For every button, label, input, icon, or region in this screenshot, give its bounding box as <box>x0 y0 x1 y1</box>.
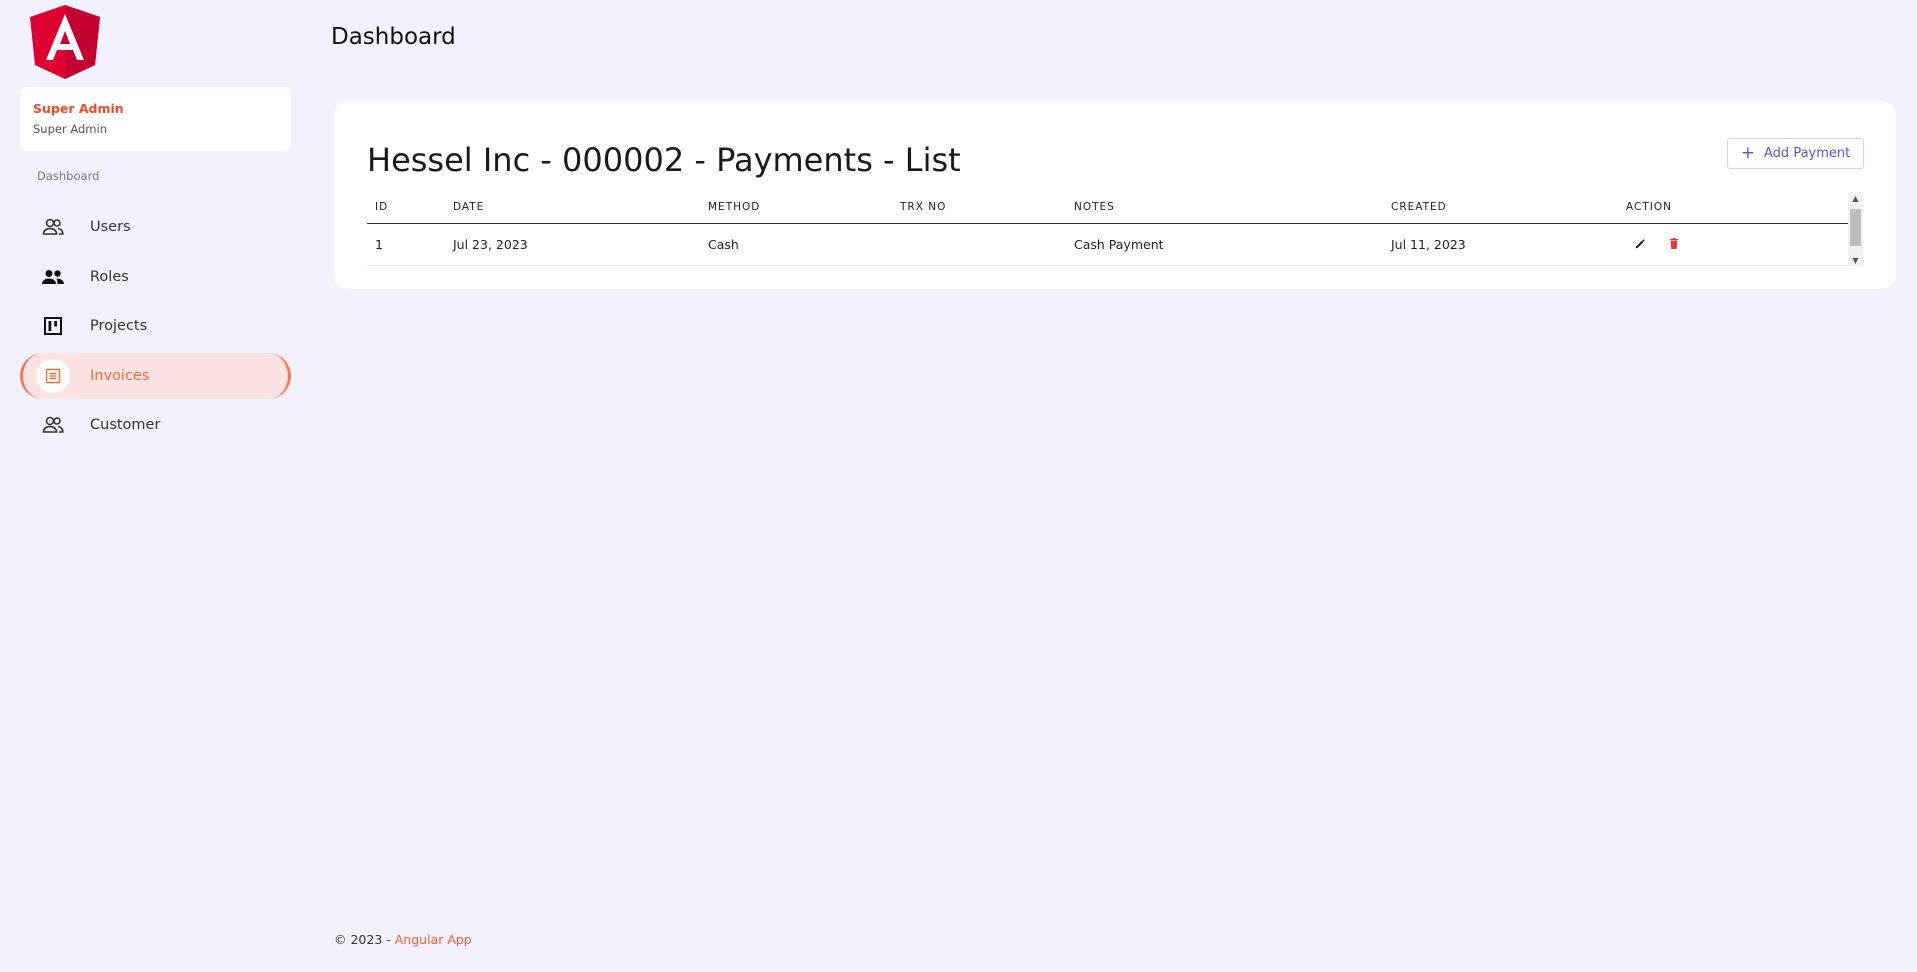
user-card: Super Admin Super Admin <box>20 87 291 151</box>
footer: © 2023 - Angular App <box>334 932 472 947</box>
users-icon <box>36 210 70 244</box>
cell-created: Jul 11, 2023 <box>1383 223 1618 266</box>
column-header-action: ACTION <box>1618 192 1848 224</box>
cell-date: Jul 23, 2023 <box>445 223 700 266</box>
sidebar-item-users[interactable]: Users <box>20 204 291 250</box>
sidebar-item-customer[interactable]: Customer <box>20 402 291 448</box>
table-row: 1 Jul 23, 2023 Cash Cash Payment Jul 11,… <box>367 223 1848 266</box>
column-header-trx-no[interactable]: TRX NO <box>892 192 1066 224</box>
sidebar-item-label: Invoices <box>90 367 150 384</box>
column-header-created[interactable]: CREATED <box>1383 192 1618 224</box>
card-title: Hessel Inc - 000002 - Payments - List <box>367 141 961 179</box>
column-header-id[interactable]: ID <box>367 192 445 224</box>
roles-icon <box>36 260 70 294</box>
cell-method: Cash <box>700 223 892 266</box>
cell-action <box>1618 223 1848 266</box>
angular-logo[interactable] <box>30 5 100 79</box>
payments-card: Hessel Inc - 000002 - Payments - List + … <box>334 101 1896 289</box>
sidebar-item-label: Customer <box>90 417 161 433</box>
payments-table-container: ID DATE METHOD TRX NO NOTES CREATED ACTI… <box>367 192 1863 266</box>
sidebar-item-roles[interactable]: Roles <box>20 254 291 300</box>
add-payment-button[interactable]: + Add Payment <box>1727 138 1864 169</box>
cell-id: 1 <box>367 223 445 266</box>
sidebar-item-label: Users <box>90 219 131 235</box>
table-header-row: ID DATE METHOD TRX NO NOTES CREATED ACTI… <box>367 192 1848 224</box>
payments-table: ID DATE METHOD TRX NO NOTES CREATED ACTI… <box>367 192 1848 266</box>
cell-trx-no <box>892 223 1066 266</box>
add-payment-label: Add Payment <box>1764 146 1851 161</box>
sidebar-section-label: Dashboard <box>37 169 100 183</box>
cell-notes: Cash Payment <box>1066 223 1383 266</box>
delete-icon[interactable] <box>1664 237 1684 252</box>
scroll-up-arrow-icon[interactable]: ▲ <box>1848 192 1863 204</box>
sidebar-item-invoices[interactable]: Invoices <box>20 352 291 399</box>
plus-icon: + <box>1740 143 1756 163</box>
sidebar-item-projects[interactable]: Projects <box>20 303 291 349</box>
invoice-icon <box>36 358 70 393</box>
sidebar-nav: Users Roles Projects Invoices Customer <box>20 204 291 452</box>
page-title: Dashboard <box>331 24 456 50</box>
footer-copyright: © 2023 - <box>334 932 395 947</box>
edit-icon[interactable] <box>1630 237 1650 252</box>
column-header-method[interactable]: METHOD <box>700 192 892 224</box>
sidebar-item-label: Roles <box>90 268 129 285</box>
table-scrollbar[interactable]: ▲ ▼ <box>1848 192 1863 266</box>
user-role: Super Admin <box>33 122 107 136</box>
scrollbar-thumb[interactable] <box>1850 209 1861 246</box>
column-header-notes[interactable]: NOTES <box>1066 192 1383 224</box>
customer-icon <box>36 408 70 442</box>
kanban-board-icon <box>36 309 70 343</box>
column-header-date[interactable]: DATE <box>445 192 700 224</box>
sidebar-item-label: Projects <box>90 318 148 334</box>
scroll-down-arrow-icon[interactable]: ▼ <box>1848 254 1863 266</box>
footer-brand-link[interactable]: Angular App <box>395 932 472 947</box>
user-name: Super Admin <box>33 101 124 116</box>
